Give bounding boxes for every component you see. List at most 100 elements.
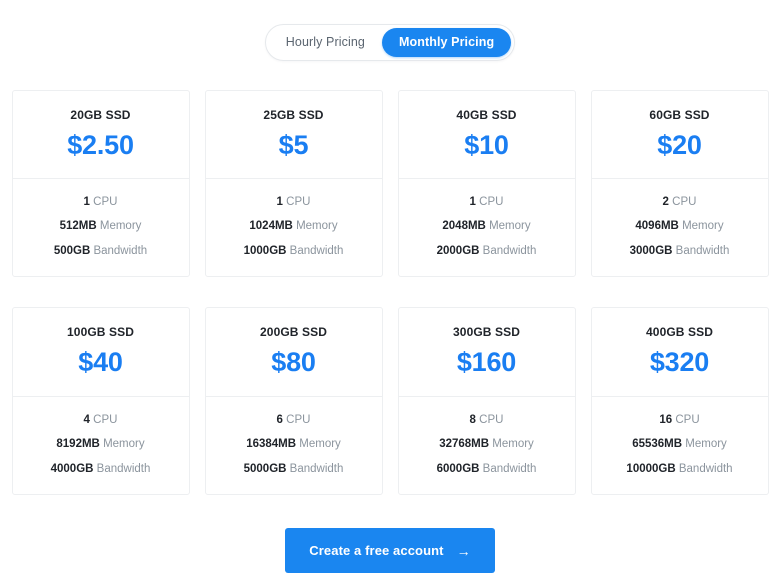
card-header: 400GB SSD $320 bbox=[592, 308, 768, 395]
pricing-card[interactable]: 200GB SSD $80 6 CPU 16384MB Memory 5000G… bbox=[204, 307, 383, 496]
spec-bandwidth-value: 4000GB bbox=[50, 462, 94, 475]
spec-cpu: 2 CPU bbox=[600, 195, 760, 209]
spec-bandwidth-value: 1000GB bbox=[243, 244, 287, 257]
spec-cpu: 1 CPU bbox=[21, 195, 181, 209]
spec-cpu-value: 1 bbox=[83, 195, 90, 208]
cta-label: Create a free account bbox=[309, 543, 444, 559]
pricing-card[interactable]: 25GB SSD $5 1 CPU 1024MB Memory 1000GB B… bbox=[204, 89, 383, 278]
plan-price: $160 bbox=[456, 347, 517, 378]
spec-memory-value: 1024MB bbox=[249, 220, 293, 233]
spec-cpu: 4 CPU bbox=[21, 413, 181, 427]
spec-bandwidth: 2000GB Bandwidth bbox=[407, 244, 567, 258]
plan-price: $40 bbox=[78, 347, 123, 378]
pricing-page: Hourly Pricing Monthly Pricing 20GB SSD … bbox=[0, 0, 780, 573]
plan-title: 20GB SSD bbox=[70, 107, 131, 122]
spec-bandwidth-value: 5000GB bbox=[243, 462, 287, 475]
plan-price: $320 bbox=[649, 347, 710, 378]
spec-cpu-label: CPU bbox=[93, 195, 118, 208]
spec-bandwidth-label: Bandwidth bbox=[675, 244, 730, 257]
card-header: 40GB SSD $10 bbox=[399, 91, 575, 178]
spec-cpu-label: CPU bbox=[93, 413, 118, 426]
spec-bandwidth-label: Bandwidth bbox=[482, 462, 537, 475]
spec-cpu-value: 6 bbox=[276, 413, 283, 426]
spec-bandwidth-label: Bandwidth bbox=[482, 244, 537, 257]
spec-memory-value: 16384MB bbox=[246, 438, 297, 451]
card-specs: 8 CPU 32768MB Memory 6000GB Bandwidth bbox=[399, 397, 575, 495]
spec-cpu: 8 CPU bbox=[407, 413, 567, 427]
card-specs: 4 CPU 8192MB Memory 4000GB Bandwidth bbox=[13, 397, 189, 495]
plan-title: 25GB SSD bbox=[263, 107, 324, 122]
spec-memory: 32768MB Memory bbox=[407, 438, 567, 451]
spec-cpu: 1 CPU bbox=[214, 195, 374, 209]
spec-cpu-label: CPU bbox=[479, 413, 504, 426]
plan-title: 400GB SSD bbox=[646, 325, 713, 340]
spec-bandwidth-label: Bandwidth bbox=[289, 244, 344, 257]
plan-title: 60GB SSD bbox=[649, 107, 710, 122]
spec-memory: 1024MB Memory bbox=[214, 221, 374, 233]
spec-bandwidth-value: 500GB bbox=[53, 244, 91, 257]
spec-cpu: 6 CPU bbox=[214, 413, 374, 427]
spec-cpu-value: 4 bbox=[83, 413, 90, 426]
spec-memory: 512MB Memory bbox=[21, 221, 181, 233]
pricing-card[interactable]: 20GB SSD $2.50 1 CPU 512MB Memory 500GB … bbox=[11, 89, 190, 278]
spec-cpu-label: CPU bbox=[675, 413, 700, 426]
spec-memory-value: 32768MB bbox=[439, 438, 490, 451]
pricing-card[interactable]: 100GB SSD $40 4 CPU 8192MB Memory 4000GB… bbox=[11, 307, 190, 496]
spec-bandwidth: 1000GB Bandwidth bbox=[214, 244, 374, 258]
spec-cpu-label: CPU bbox=[286, 195, 311, 208]
cta-row: Create a free account → bbox=[0, 528, 780, 573]
plan-price: $10 bbox=[464, 129, 509, 160]
card-specs: 1 CPU 1024MB Memory 1000GB Bandwidth bbox=[206, 179, 382, 277]
plan-title: 40GB SSD bbox=[456, 107, 517, 122]
card-specs: 1 CPU 512MB Memory 500GB Bandwidth bbox=[13, 179, 189, 277]
pricing-period-toggle[interactable]: Hourly Pricing Monthly Pricing bbox=[264, 24, 516, 61]
spec-memory-label: Memory bbox=[685, 438, 727, 451]
spec-memory-value: 512MB bbox=[59, 220, 97, 233]
spec-memory-value: 4096MB bbox=[635, 220, 679, 233]
plan-price: $20 bbox=[657, 129, 702, 160]
spec-bandwidth-label: Bandwidth bbox=[96, 462, 151, 475]
spec-memory-label: Memory bbox=[99, 220, 142, 233]
plan-title: 200GB SSD bbox=[260, 325, 327, 340]
spec-bandwidth-value: 10000GB bbox=[626, 462, 676, 475]
spec-bandwidth: 500GB Bandwidth bbox=[21, 244, 181, 258]
spec-bandwidth-label: Bandwidth bbox=[93, 244, 148, 257]
card-header: 300GB SSD $160 bbox=[399, 308, 575, 395]
pricing-card[interactable]: 300GB SSD $160 8 CPU 32768MB Memory 6000… bbox=[397, 307, 576, 496]
spec-bandwidth-value: 6000GB bbox=[436, 462, 480, 475]
plan-title: 100GB SSD bbox=[67, 325, 134, 340]
arrow-right-icon: → bbox=[456, 542, 471, 559]
spec-memory-value: 2048MB bbox=[442, 220, 486, 233]
pricing-card[interactable]: 60GB SSD $20 2 CPU 4096MB Memory 3000GB … bbox=[590, 89, 769, 278]
card-header: 100GB SSD $40 bbox=[13, 308, 189, 395]
pricing-card[interactable]: 40GB SSD $10 1 CPU 2048MB Memory 2000GB … bbox=[397, 89, 576, 278]
toggle-option-monthly[interactable]: Monthly Pricing bbox=[381, 28, 512, 57]
spec-memory: 65536MB Memory bbox=[600, 438, 760, 451]
spec-cpu-value: 16 bbox=[659, 413, 673, 426]
spec-cpu-value: 8 bbox=[469, 413, 476, 426]
spec-bandwidth: 5000GB Bandwidth bbox=[214, 462, 374, 476]
spec-cpu-value: 2 bbox=[662, 195, 669, 208]
plan-title: 300GB SSD bbox=[453, 325, 520, 340]
spec-bandwidth-value: 3000GB bbox=[629, 244, 673, 257]
pricing-card-grid: 20GB SSD $2.50 1 CPU 512MB Memory 500GB … bbox=[0, 89, 780, 496]
card-specs: 6 CPU 16384MB Memory 5000GB Bandwidth bbox=[206, 397, 382, 495]
spec-memory: 16384MB Memory bbox=[214, 438, 374, 451]
spec-memory-value: 65536MB bbox=[632, 438, 683, 451]
spec-bandwidth: 6000GB Bandwidth bbox=[407, 462, 567, 476]
spec-cpu: 16 CPU bbox=[600, 413, 760, 427]
card-header: 20GB SSD $2.50 bbox=[13, 91, 189, 178]
spec-cpu-label: CPU bbox=[479, 195, 504, 208]
pricing-toggle-row: Hourly Pricing Monthly Pricing bbox=[0, 0, 780, 61]
spec-memory-value: 8192MB bbox=[56, 438, 100, 451]
pricing-card[interactable]: 400GB SSD $320 16 CPU 65536MB Memory 100… bbox=[590, 307, 769, 496]
spec-memory: 8192MB Memory bbox=[21, 438, 181, 451]
toggle-option-hourly[interactable]: Hourly Pricing bbox=[269, 28, 382, 57]
spec-memory: 2048MB Memory bbox=[407, 221, 567, 233]
plan-price: $2.50 bbox=[67, 129, 134, 160]
card-header: 60GB SSD $20 bbox=[592, 91, 768, 178]
card-specs: 2 CPU 4096MB Memory 3000GB Bandwidth bbox=[592, 179, 768, 277]
spec-cpu-value: 1 bbox=[469, 195, 476, 208]
create-free-account-button[interactable]: Create a free account → bbox=[285, 528, 495, 573]
spec-memory-label: Memory bbox=[489, 220, 531, 233]
